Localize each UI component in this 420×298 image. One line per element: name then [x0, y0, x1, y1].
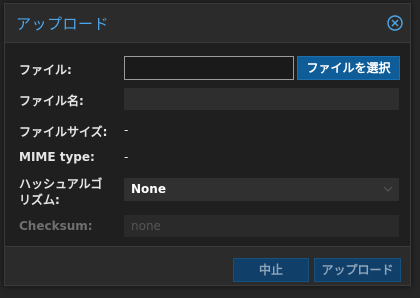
mime-type-value: -	[124, 150, 129, 164]
filesize-label: ファイルサイズ:	[19, 125, 108, 139]
checksum-field: none	[124, 215, 399, 237]
hash-algorithm-label-line1: ハッシュアルゴ	[19, 177, 103, 191]
file-input[interactable]	[124, 56, 294, 80]
hash-algorithm-selected: None	[131, 182, 166, 196]
dialog-footer: 中止 アップロード	[5, 247, 410, 287]
upload-button[interactable]: アップロード	[314, 258, 401, 282]
dialog-body: ファイル: ファイルを選択 ファイル名: ファイルサイズ: - MIME typ…	[5, 42, 410, 247]
file-label: ファイル:	[19, 63, 72, 77]
filename-label: ファイル名:	[19, 94, 84, 108]
checksum-placeholder: none	[131, 219, 161, 233]
dialog-titlebar: アップロード	[5, 4, 410, 42]
close-circle-icon[interactable]	[387, 15, 403, 31]
filesize-value: -	[124, 123, 129, 137]
select-file-button[interactable]: ファイルを選択	[297, 56, 400, 80]
dialog-title: アップロード	[16, 15, 110, 33]
chevron-down-icon	[383, 186, 393, 192]
cancel-button[interactable]: 中止	[233, 258, 309, 282]
upload-dialog: アップロード ファイル: ファイルを選択 ファイル名: ファイルサイズ: - M…	[4, 3, 411, 286]
checksum-label: Checksum:	[19, 219, 93, 233]
filename-field[interactable]	[124, 88, 399, 110]
hash-algorithm-select[interactable]: None	[124, 178, 399, 201]
mime-type-label: MIME type:	[19, 150, 95, 164]
hash-algorithm-label-line2: リズム:	[19, 193, 60, 207]
